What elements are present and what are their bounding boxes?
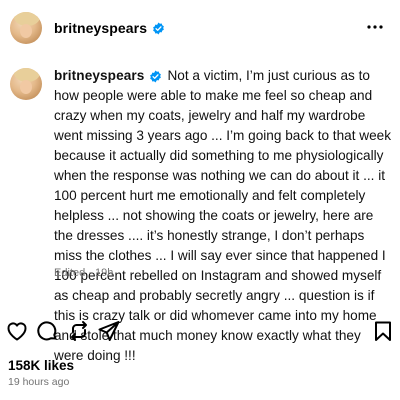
caption-username[interactable]: britneyspears [54, 68, 144, 83]
comment-icon[interactable] [34, 318, 60, 344]
likes-count[interactable]: 158K likes [8, 358, 74, 373]
post-time: 19 hours ago [8, 376, 70, 388]
post-header: britneyspears [0, 0, 400, 56]
more-options-icon[interactable] [366, 18, 384, 36]
caption-avatar[interactable] [10, 68, 42, 100]
verified-badge-icon [152, 22, 165, 35]
bookmark-icon[interactable] [370, 318, 396, 344]
verified-badge-icon [149, 70, 162, 83]
profile-avatar[interactable] [10, 12, 42, 44]
heart-icon[interactable] [4, 318, 30, 344]
share-icon[interactable] [96, 318, 122, 344]
header-username[interactable]: britneyspears [54, 20, 147, 36]
repost-icon[interactable] [66, 318, 92, 344]
action-bar [0, 318, 400, 348]
edited-timestamp: Edited · 19h [54, 267, 114, 279]
